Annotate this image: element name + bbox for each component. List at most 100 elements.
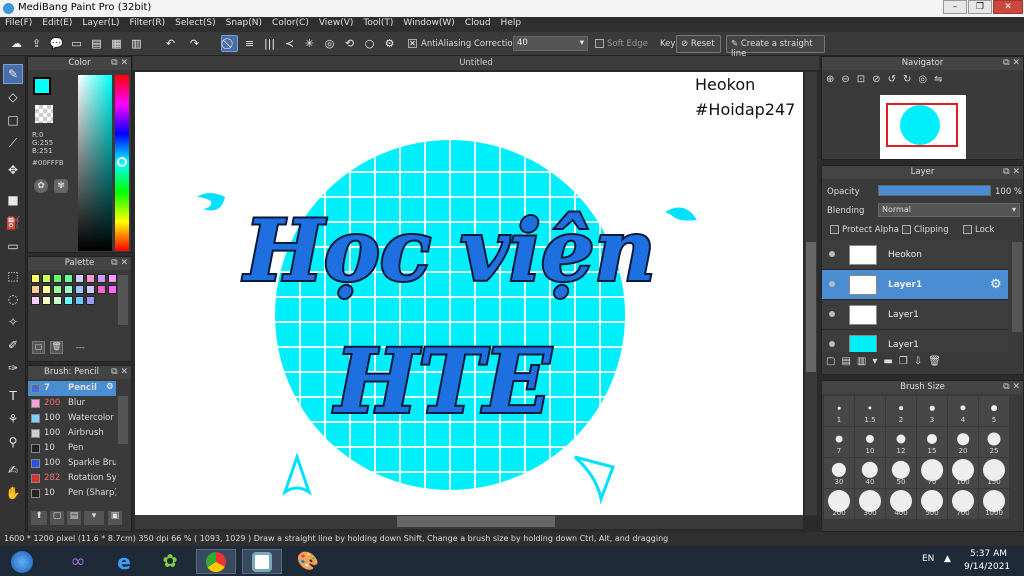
palette-swatch[interactable] [64,296,73,305]
eyedropper-tool-icon[interactable]: ⚲ [3,432,23,452]
brush-size-cell[interactable]: 3 [917,396,947,426]
brush-item[interactable]: 7 Pencil ⚙ [28,381,116,396]
drawing-canvas[interactable]: Heokon #Hoidap247 Học viện HTE [135,72,803,515]
brush-delete-icon[interactable]: ▣ [108,511,122,525]
menu-layer[interactable]: Layer(L) [77,17,124,28]
palette-swatch[interactable] [31,274,40,283]
new-brush-icon[interactable]: ▢ [50,511,64,525]
opacity-slider[interactable] [878,185,991,196]
brush-size-cell[interactable]: 25 [979,427,1009,457]
brush-size-cell[interactable]: 20 [948,427,978,457]
divide-tool-icon[interactable]: ⚘ [3,409,23,429]
palette-swatch[interactable] [75,274,84,283]
palette-swatch[interactable] [75,296,84,305]
brush-size-cell[interactable]: 100 [948,458,978,488]
tray-arrow-icon[interactable]: ▲ [944,554,951,564]
select-tool-icon[interactable]: ⬚ [3,266,23,286]
reset-button[interactable]: ⊘ Reset [676,35,721,53]
saturation-value-picker[interactable] [78,75,112,251]
palette-swatch[interactable] [64,285,73,294]
palette-swatch[interactable] [31,296,40,305]
ellipse-snap-icon[interactable]: ○ [361,35,378,52]
softedge-checkbox[interactable] [595,39,604,48]
trash-icon[interactable]: 🗑 [50,341,63,354]
select-pen-tool-icon[interactable]: ✐ [3,335,23,355]
palette-swatch[interactable] [53,296,62,305]
transparent-color-swatch[interactable] [35,105,53,123]
layer-row[interactable]: Heokon [822,240,1008,270]
share-icon[interactable]: ⇪ [28,35,45,52]
palette-swatch[interactable] [53,285,62,294]
panel-close-icon[interactable]: ⧉ ✕ [1003,381,1020,394]
palette-swatch[interactable] [108,285,117,294]
color-wheel-icon[interactable]: ✿ [34,179,48,193]
panel-close-icon[interactable]: ⧉ ✕ [111,57,128,70]
brush-size-cell[interactable]: 1 [824,396,854,426]
brush-size-cell[interactable]: 150 [979,458,1009,488]
palette-swatch[interactable] [42,274,51,283]
panel-close-icon[interactable]: ⧉ ✕ [111,257,128,270]
perspective-snap-icon[interactable]: ≺ [281,35,298,52]
brush-size-cell[interactable]: 7 [824,427,854,457]
clipping-checkbox[interactable] [902,225,911,234]
new-layer-menu-icon[interactable]: ▾ [872,356,883,367]
new-folder-icon[interactable]: ▬ [883,356,898,367]
brush-file-icon[interactable]: ▤ [67,511,81,525]
visibility-icon[interactable] [829,251,835,257]
palette-swatch[interactable] [86,274,95,283]
brush-size-cell[interactable]: 15 [917,427,947,457]
cloud-icon[interactable]: ☁ [8,35,25,52]
gear-icon[interactable]: ⚙ [990,277,1002,292]
color-settings-icon[interactable]: ✾ [54,179,68,193]
panel-close-icon[interactable]: ⧉ ✕ [1003,166,1020,179]
brush-size-cell[interactable]: 500 [917,489,947,519]
bucket-tool-icon[interactable]: ⛽ [3,213,23,233]
gear-icon[interactable]: ⚙ [106,382,114,392]
palette-swatch[interactable] [86,296,95,305]
clock-date[interactable]: 9/14/2021 [964,562,1010,572]
page-icon[interactable]: ▭ [68,35,85,52]
brush-size-cell[interactable]: 400 [886,489,916,519]
brush-size-cell[interactable]: 1.5 [855,396,885,426]
protect-alpha-checkbox[interactable] [830,225,839,234]
blending-select[interactable]: Normal ▾ [878,203,1020,217]
coccoc-icon[interactable]: ✿ [150,549,190,574]
brush-scrollbar[interactable] [118,396,128,444]
menu-filter[interactable]: Filter(R) [125,17,171,28]
line-tool-icon[interactable]: ⟋ [3,133,23,153]
new-layer-icon[interactable]: ▢ [826,356,841,367]
menu-help[interactable]: Help [496,17,527,28]
flip-icon[interactable]: ⇋ [934,74,949,85]
vertical-scroll-thumb[interactable] [806,242,816,372]
brush-size-cell[interactable]: 30 [824,458,854,488]
vertical-scrollbar[interactable] [805,72,817,515]
lasso-tool-icon[interactable]: ◌ [3,289,23,309]
close-button[interactable]: ✕ [993,0,1023,14]
language-indicator[interactable]: EN [922,554,934,564]
brush-item[interactable]: 10 Pen (Sharp) [28,486,116,501]
document-icon[interactable]: ▤ [88,35,105,52]
zoom-out-icon[interactable]: ⊖ [841,74,856,85]
brush-item[interactable]: 200 Blur [28,396,116,411]
menu-edit[interactable]: Edit(E) [37,17,77,28]
comment-icon[interactable]: 💬 [48,35,65,52]
palette-swatch[interactable] [86,285,95,294]
panel-icon[interactable]: ▥ [128,35,145,52]
brush-size-cell[interactable]: 10 [855,427,885,457]
layer-row[interactable]: Layer1 [822,300,1008,330]
chrome-icon[interactable] [196,549,236,574]
brush-size-cell[interactable]: 4 [948,396,978,426]
brush-size-cell[interactable]: 70 [917,458,947,488]
text-tool-icon[interactable]: T [3,386,23,406]
medibang-icon[interactable] [242,549,282,574]
panel-close-icon[interactable]: ⧉ ✕ [1003,57,1020,70]
brush-tool-icon[interactable]: ✎ [3,64,23,84]
grid-layout-icon[interactable]: ▦ [108,35,125,52]
menu-file[interactable]: File(F) [0,17,37,28]
palette-swatch[interactable] [108,274,117,283]
radial-snap-icon[interactable]: ✳ [301,35,318,52]
pen-pressure-tool-icon[interactable]: ✍ [3,460,23,480]
straight-line-button[interactable]: ✎ Create a straight line [726,35,825,59]
layer-row[interactable]: Layer1 [822,330,1008,352]
palette-swatch[interactable] [97,274,106,283]
